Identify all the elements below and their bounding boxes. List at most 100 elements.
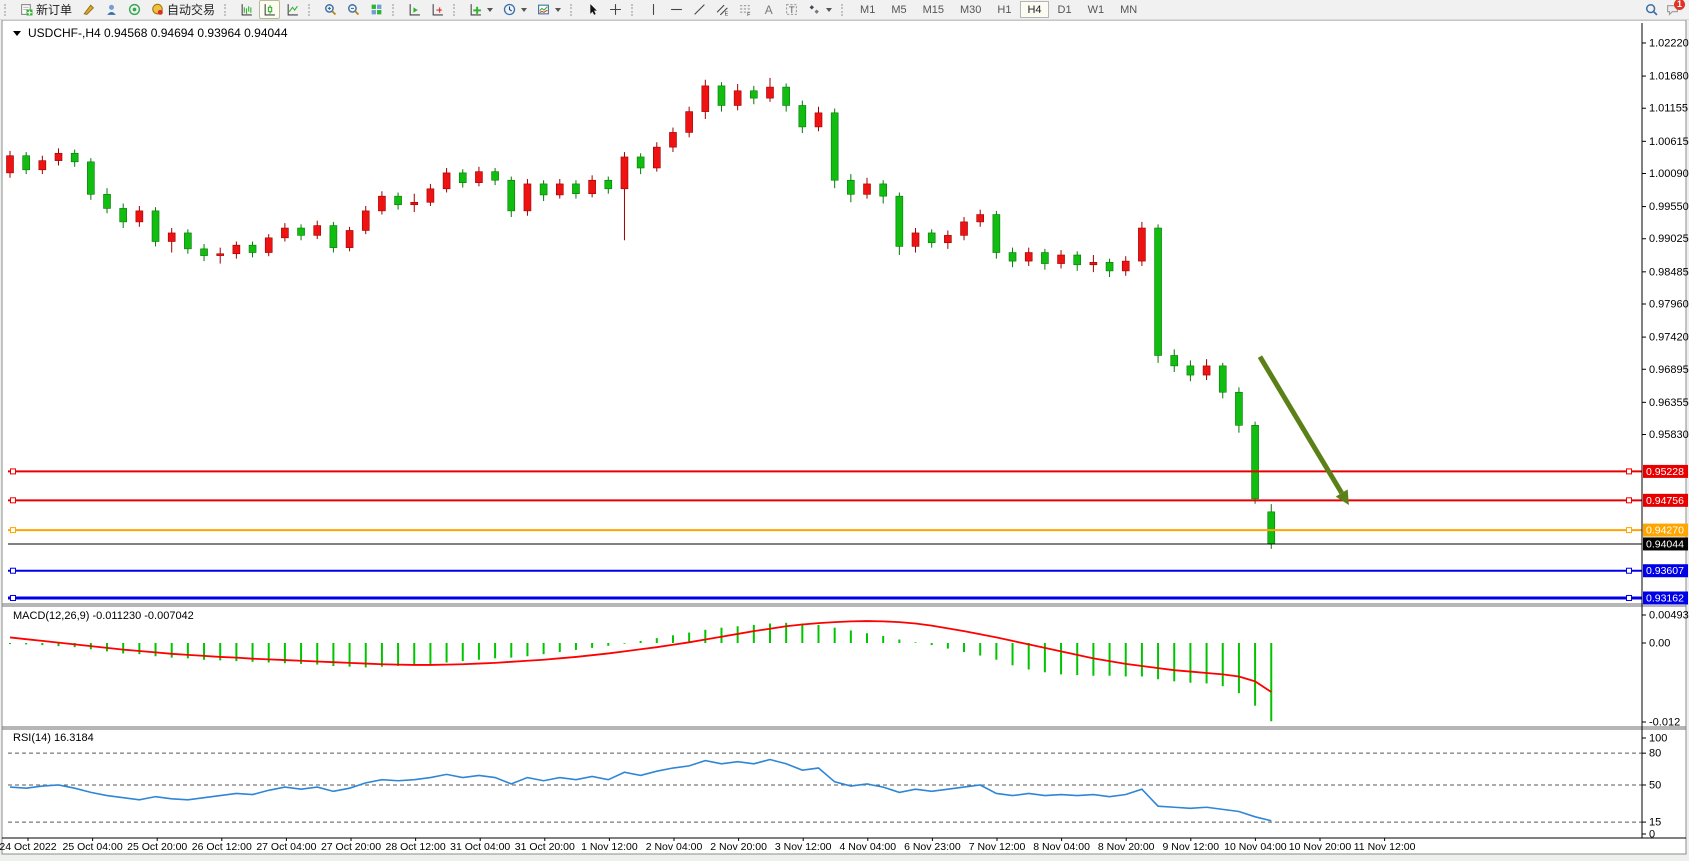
shapes-button[interactable] — [804, 0, 836, 19]
candle-body — [669, 132, 676, 147]
price-tick-label: 0.95830 — [1649, 429, 1689, 441]
candle-body — [605, 180, 612, 189]
line-handle[interactable] — [11, 595, 16, 600]
line-handle[interactable] — [1627, 498, 1632, 503]
timeframe-h1-button[interactable]: H1 — [990, 1, 1018, 18]
candle-body — [475, 172, 482, 183]
candle-body — [492, 172, 499, 181]
zoom-in-button[interactable] — [320, 0, 341, 19]
candle-body — [378, 196, 385, 211]
new-order-button[interactable]: 新订单 — [16, 0, 76, 19]
candle-body — [443, 173, 450, 189]
timeframe-m15-button[interactable]: M15 — [916, 1, 951, 18]
price-badge-label: 0.93607 — [1646, 565, 1684, 577]
cursor-button[interactable] — [582, 0, 603, 19]
line-handle[interactable] — [11, 568, 16, 573]
crayon-icon — [82, 3, 95, 16]
time-tick-label: 25 Oct 04:00 — [63, 841, 123, 853]
candle-body — [718, 86, 725, 106]
time-tick-label: 11 Nov 12:00 — [1354, 841, 1416, 853]
dropdown-caret-icon[interactable] — [487, 8, 493, 12]
price-tick-label: 1.01680 — [1649, 71, 1689, 83]
line-handle[interactable] — [11, 528, 16, 533]
timeframe-m5-button[interactable]: M5 — [884, 1, 913, 18]
dropdown-caret-icon[interactable] — [555, 8, 561, 12]
label-button[interactable]: T — [781, 0, 802, 19]
toolbar-drag-handle — [453, 4, 459, 16]
line-handle[interactable] — [11, 498, 16, 503]
svg-text:E: E — [725, 11, 729, 16]
price-tick-label: 0.96895 — [1649, 364, 1689, 376]
fibonacci-button[interactable]: F — [735, 0, 756, 19]
candle-body — [508, 180, 515, 211]
dropdown-caret-icon[interactable] — [521, 8, 527, 12]
template-button[interactable] — [533, 0, 565, 19]
candle-body — [1235, 392, 1242, 425]
candle-body — [104, 194, 111, 208]
template-icon — [537, 3, 550, 16]
vline-button[interactable] — [643, 0, 664, 19]
candle-body — [912, 233, 919, 246]
timeframe-h4-button[interactable]: H4 — [1020, 1, 1048, 18]
candles-button[interactable] — [259, 0, 280, 19]
hline-button[interactable] — [666, 0, 687, 19]
period-clock-button[interactable] — [499, 0, 531, 19]
candle-body — [39, 161, 46, 170]
candle-body — [281, 228, 288, 238]
candles-icon — [263, 3, 276, 16]
chart-dropdown-caret-icon[interactable] — [13, 31, 21, 36]
trendline-button[interactable] — [689, 0, 710, 19]
bars-button[interactable] — [236, 0, 257, 19]
candle-body — [168, 233, 175, 242]
zoom-out-button[interactable] — [343, 0, 364, 19]
timeframe-m30-button[interactable]: M30 — [953, 1, 988, 18]
line-handle[interactable] — [11, 469, 16, 474]
candle-body — [572, 184, 579, 194]
toolbar-drag-handle — [570, 4, 576, 16]
autotrade-button[interactable]: 自动交易 — [147, 0, 219, 19]
chart-shift-button[interactable] — [404, 0, 425, 19]
candle-body — [944, 235, 951, 242]
mt4-terminal: { "app": {"name": "MetaTrader terminal"}… — [0, 0, 1689, 861]
line-handle[interactable] — [1627, 469, 1632, 474]
candle-body — [750, 91, 757, 98]
publish-button[interactable] — [101, 0, 122, 19]
line-handle[interactable] — [1627, 595, 1632, 600]
zoom-in-icon — [324, 3, 337, 16]
rsi-tick-label: 15 — [1649, 817, 1661, 829]
timeframe-d1-button[interactable]: D1 — [1051, 1, 1079, 18]
timeframe-mn-button[interactable]: MN — [1113, 1, 1144, 18]
toolbar-drag-handle — [224, 4, 230, 16]
indicator-add-button[interactable] — [465, 0, 497, 19]
line-handle[interactable] — [1627, 568, 1632, 573]
candle-body — [1106, 262, 1113, 271]
candle-body — [330, 226, 337, 248]
toolbar-drag-handle — [392, 4, 398, 16]
time-tick-label: 8 Nov 04:00 — [1033, 841, 1090, 853]
text-button[interactable]: A — [758, 0, 779, 19]
chat-button[interactable]: 1 — [1666, 3, 1679, 16]
candle-body — [799, 105, 806, 126]
timeframe-w1-button[interactable]: W1 — [1081, 1, 1112, 18]
timeframe-m1-button[interactable]: M1 — [853, 1, 882, 18]
dropdown-caret-icon[interactable] — [826, 8, 832, 12]
indicator-add-icon — [469, 3, 482, 16]
chart-scroll-button[interactable] — [427, 0, 448, 19]
line-button[interactable] — [282, 0, 303, 19]
price-badge-label: 0.94270 — [1646, 525, 1684, 537]
signal-button[interactable] — [124, 0, 145, 19]
crosshair-button[interactable] — [605, 0, 626, 19]
candle-body — [702, 86, 709, 112]
candle-body — [201, 249, 208, 256]
search-button[interactable] — [1645, 3, 1658, 16]
candle-body — [459, 173, 466, 183]
candle-body — [1090, 262, 1097, 264]
line-handle[interactable] — [1627, 528, 1632, 533]
channel-button[interactable]: E — [712, 0, 733, 19]
tile-windows-button[interactable] — [366, 0, 387, 19]
chart-canvas[interactable]: 1.022201.016801.011551.006151.000900.995… — [0, 0, 1689, 861]
autotrade-button-label: 自动交易 — [167, 1, 215, 18]
crayon-button[interactable] — [78, 0, 99, 19]
candle-body — [346, 230, 353, 247]
candle-body — [734, 91, 741, 106]
